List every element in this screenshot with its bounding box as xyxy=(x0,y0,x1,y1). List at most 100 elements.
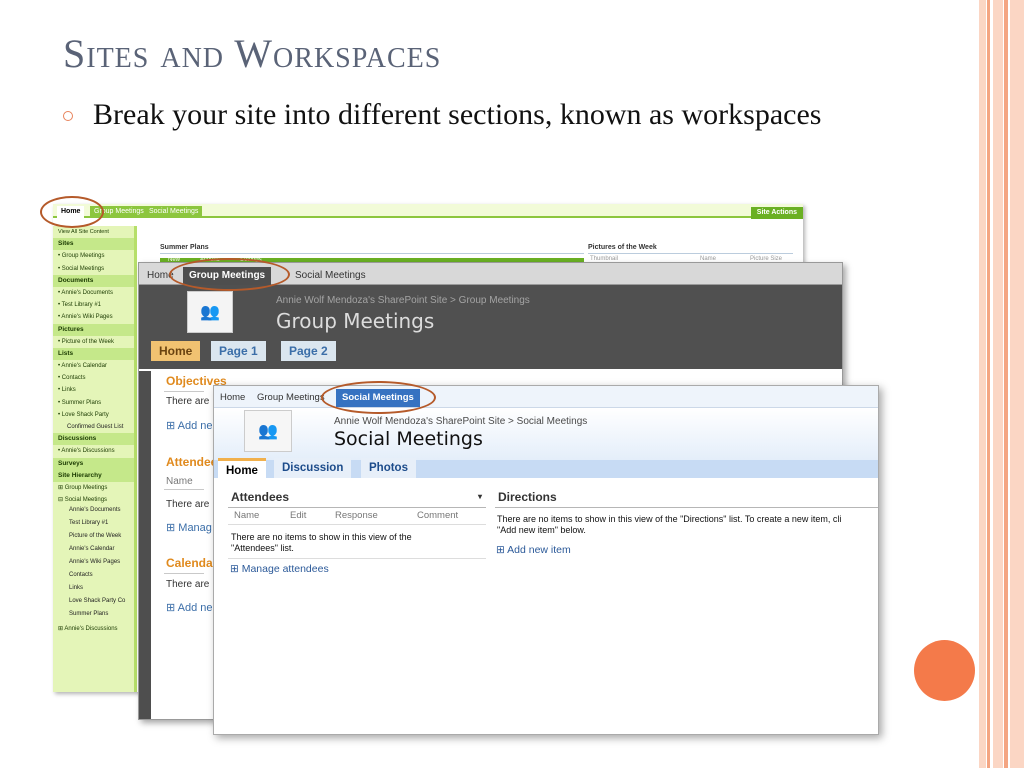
site-actions-button[interactable]: Site Actions xyxy=(750,207,803,219)
blue-page-tab-photos[interactable]: Photos xyxy=(361,458,416,478)
highlight-ellipse-home xyxy=(40,196,104,228)
dark-add-label: Add ne xyxy=(177,602,213,614)
decorative-circle xyxy=(914,640,975,701)
nav-heading[interactable]: Lists xyxy=(53,347,134,361)
dark-empty-text: There are xyxy=(166,499,210,510)
nav-item[interactable]: • Group Meetings xyxy=(53,250,134,262)
site-logo-icon: 👥 xyxy=(187,291,233,333)
bullet-icon xyxy=(63,111,73,121)
nav-item[interactable]: • Annie's Calendar xyxy=(53,360,134,372)
blue-tab-home[interactable]: Home xyxy=(214,389,251,407)
divider xyxy=(164,489,204,490)
dark-add-link[interactable]: ⊞ Add ne xyxy=(166,601,213,614)
chevron-down-icon[interactable]: ▾ xyxy=(478,486,482,508)
nav-item[interactable]: • Social Meetings xyxy=(53,263,134,275)
nav-item[interactable]: • Annie's Documents xyxy=(53,287,134,299)
nav-heading[interactable]: Pictures xyxy=(53,323,134,336)
manage-attendees-link[interactable]: ⊞ Manage attendees xyxy=(230,563,329,575)
site-logo-icon: 👥 xyxy=(244,410,292,452)
nav-item[interactable]: Test Library #1 xyxy=(53,519,134,532)
dark-manage-link[interactable]: ⊞ Manag xyxy=(166,521,212,534)
dark-add-label: Add ne xyxy=(177,420,213,432)
nav-item[interactable]: • Summer Plans xyxy=(53,397,134,409)
nav-heading[interactable]: Sites xyxy=(53,238,134,251)
directions-empty-1: There are no items to show in this view … xyxy=(497,514,842,524)
directions-header: Directions xyxy=(495,486,878,508)
dark-tab-social-meetings[interactable]: Social Meetings xyxy=(289,267,372,285)
green-left-nav: View All Site Content Sites • Group Meeti… xyxy=(53,226,137,692)
nav-heading[interactable]: Site Hierarchy xyxy=(53,469,134,482)
attendees-empty-2: "Attendees" list. xyxy=(231,543,294,553)
stripe-4 xyxy=(1004,0,1008,768)
directions-add-link[interactable]: ⊞ Add new item xyxy=(496,544,571,556)
nav-item[interactable]: • Links xyxy=(53,384,134,396)
nav-heading[interactable]: Documents xyxy=(53,274,134,287)
nav-item[interactable]: • Annie's Wiki Pages xyxy=(53,311,134,323)
summer-plans-header: Summer Plans xyxy=(160,242,584,254)
dark-empty-text: There are xyxy=(166,579,210,590)
dark-name-col: Name xyxy=(166,476,193,487)
nav-item[interactable]: Annie's Documents xyxy=(53,506,134,519)
slide-title: Sites and Workspaces xyxy=(63,31,442,76)
attendees-col-divider xyxy=(228,524,486,525)
green-tab-social-meetings[interactable]: Social Meetings xyxy=(145,206,203,218)
nav-item[interactable]: Love Shack Party Co xyxy=(53,597,134,610)
dark-page-tab-home[interactable]: Home xyxy=(151,341,201,361)
attendees-divider xyxy=(228,558,486,559)
dark-add-link[interactable]: ⊞ Add ne xyxy=(166,419,213,432)
nav-item[interactable]: • Test Library #1 xyxy=(53,299,134,311)
nav-item[interactable]: Annie's Wiki Pages xyxy=(53,558,134,571)
divider xyxy=(164,573,204,574)
nav-item[interactable]: Summer Plans xyxy=(53,610,134,623)
pictures-title: Pictures of the Week xyxy=(588,244,657,251)
col-name[interactable]: Name xyxy=(234,510,259,521)
dark-page-tab-2[interactable]: Page 2 xyxy=(281,341,336,361)
nav-heading[interactable]: Discussions xyxy=(53,433,134,446)
nav-item[interactable]: Contacts xyxy=(53,571,134,584)
col-comment[interactable]: Comment xyxy=(417,510,458,521)
blue-breadcrumb[interactable]: Annie Wolf Mendoza's SharePoint Site > S… xyxy=(334,416,587,427)
dark-section-calendar: Calendar xyxy=(166,556,218,570)
blue-page-tab-home[interactable]: Home xyxy=(218,458,266,478)
col-response[interactable]: Response xyxy=(335,510,378,521)
view-all-link[interactable]: View All Site Content xyxy=(53,226,134,238)
highlight-ellipse-group-meetings xyxy=(169,258,290,291)
manage-attendees-label: Manage attendees xyxy=(241,563,329,575)
nav-item[interactable]: • Contacts xyxy=(53,372,134,384)
nav-item[interactable]: ⊞ Group Meetings xyxy=(53,482,134,494)
nav-item[interactable]: • Love Shack Party xyxy=(53,409,134,421)
nav-item[interactable]: ⊟ Social Meetings xyxy=(53,494,134,506)
nav-item[interactable]: Picture of the Week xyxy=(53,532,134,545)
highlight-ellipse-social-meetings xyxy=(321,381,436,414)
nav-item[interactable]: • Annie's Discussions xyxy=(53,445,134,457)
blue-page-tab-discussion[interactable]: Discussion xyxy=(274,458,352,478)
stripe-3 xyxy=(993,0,1003,768)
dark-breadcrumb[interactable]: Annie Wolf Mendoza's SharePoint Site > G… xyxy=(276,295,530,306)
green-nav-list: Sites • Group Meetings • Social Meetings Do… xyxy=(53,238,134,635)
directions-add-label: Add new item xyxy=(507,544,571,556)
nav-heading[interactable]: Surveys xyxy=(53,457,134,470)
divider xyxy=(164,391,204,392)
dark-page-tab-1[interactable]: Page 1 xyxy=(211,341,266,361)
attendees-title: Attendees xyxy=(231,490,290,504)
blue-sharepoint-window: Home Group Meetings Social Meetings 👥 An… xyxy=(213,385,879,735)
blue-tab-group-meetings[interactable]: Group Meetings xyxy=(251,389,331,407)
dark-left-column xyxy=(139,371,151,719)
nav-item[interactable]: Links xyxy=(53,584,134,597)
bullet-text: Break your site into different sections,… xyxy=(93,98,822,131)
nav-item[interactable]: • Picture of the Week xyxy=(53,336,134,348)
attendees-header: Attendees ▾ xyxy=(228,486,486,508)
nav-item[interactable]: Annie's Calendar xyxy=(53,545,134,558)
attendees-empty-1: There are no items to show in this view … xyxy=(231,532,412,542)
directions-title: Directions xyxy=(498,490,557,504)
dark-empty-text: There are xyxy=(166,396,210,407)
stripe-5 xyxy=(1010,0,1024,768)
col-edit[interactable]: Edit xyxy=(290,510,306,521)
dark-site-title: Group Meetings xyxy=(276,309,435,333)
nav-item[interactable]: ⊞ Annie's Discussions xyxy=(53,623,134,635)
directions-empty-2: "Add new item" below. xyxy=(497,525,586,535)
stripe-2 xyxy=(987,0,990,768)
nav-item[interactable]: Confirmed Guest List xyxy=(53,421,134,433)
dark-manage-label: Manag xyxy=(178,522,212,534)
pictures-header: Pictures of the Week xyxy=(588,242,793,254)
